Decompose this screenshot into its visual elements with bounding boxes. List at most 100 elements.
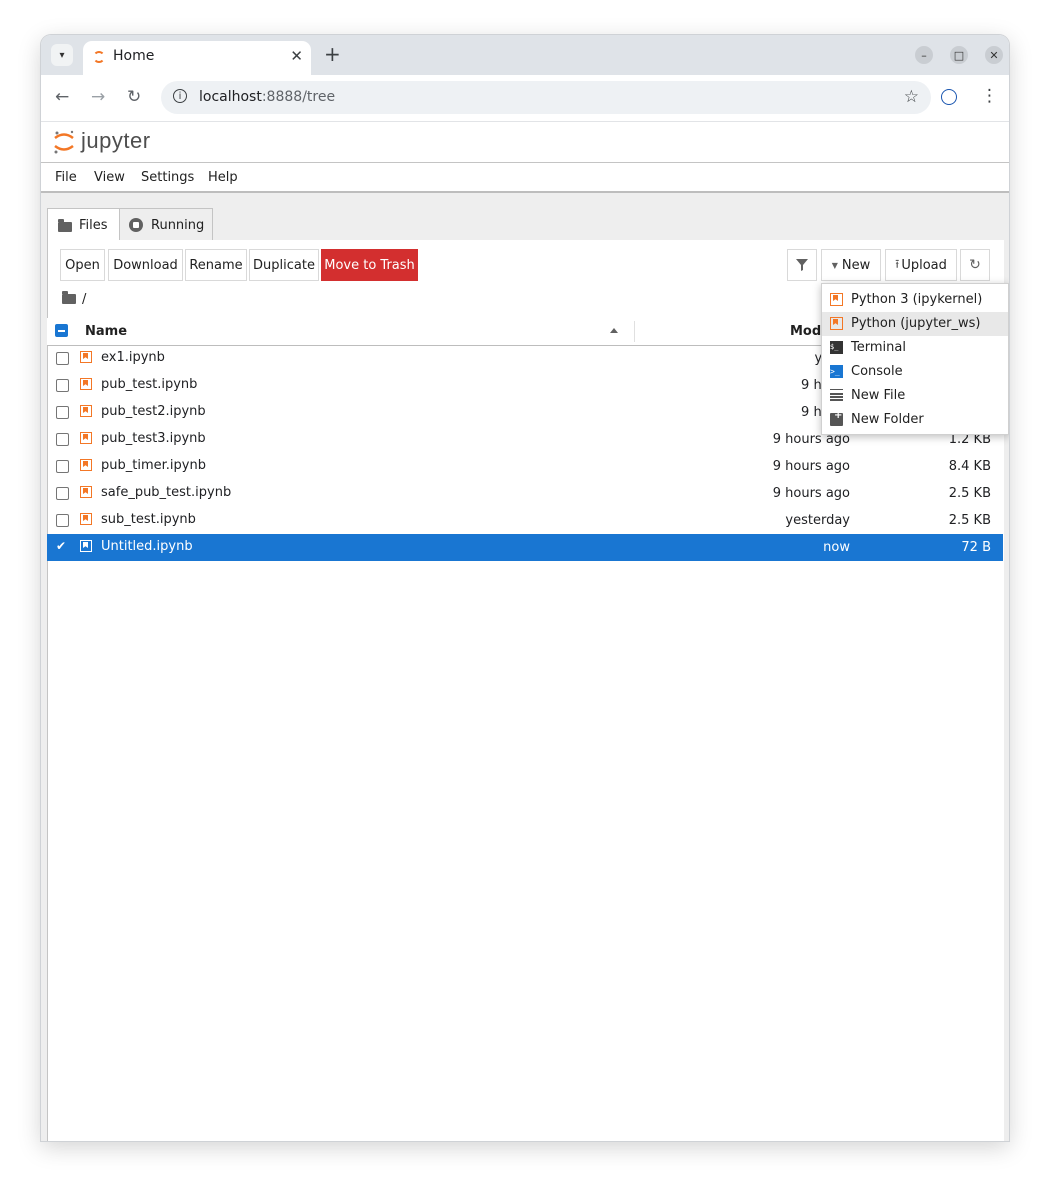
column-header-name[interactable]: Name [85,324,127,339]
notebook-icon [80,432,92,444]
tab-strip: ▾ Home ✕ + – □ ✕ [41,35,1009,75]
home-folder-icon[interactable] [62,291,76,304]
tab-running[interactable]: Running [119,208,213,241]
file-row[interactable]: pub_timer.ipynb 9 hours ago 8.4 KB [47,453,1003,480]
refresh-button[interactable]: ↻ [960,249,990,281]
file-size: 8.4 KB [948,459,991,474]
file-name: sub_test.ipynb [101,512,196,527]
console-icon: >_ [830,365,843,378]
notebook-icon [80,540,92,552]
menu-item-terminal[interactable]: $_ Terminal [822,336,1008,360]
tab-title: Home [113,48,155,64]
row-checkbox[interactable] [56,352,69,365]
file-name: safe_pub_test.ipynb [101,485,232,500]
new-tab-plus-icon[interactable]: + [324,44,341,64]
row-checkbox[interactable] [56,487,69,500]
menu-item-label: Console [851,364,903,379]
menu-item-label: Terminal [851,340,906,355]
app-title: jupyter [81,128,151,153]
url-host: localhost [199,89,262,105]
file-size: 72 B [961,540,991,555]
rename-button[interactable]: Rename [185,249,247,281]
browser-tab-home[interactable]: Home ✕ [83,41,311,75]
row-checkbox-checked[interactable]: ✔ [56,539,67,553]
open-button[interactable]: Open [60,249,105,281]
url-text: localhost:8888/tree [199,89,335,105]
file-row[interactable]: sub_test.ipynb yesterday 2.5 KB [47,507,1003,534]
sort-ascending-icon [610,328,618,333]
forward-arrow-icon[interactable]: → [91,87,105,107]
browser-menu-icon[interactable]: ⋮ [981,86,998,106]
notebook-icon [80,351,92,363]
row-checkbox[interactable] [56,406,69,419]
tab-search-chevron-icon[interactable]: ▾ [51,44,73,66]
notebook-icon [80,513,92,525]
new-button-label: New [841,257,871,273]
maximize-icon[interactable]: □ [950,46,968,64]
file-modified: yesterday [785,513,850,528]
file-modified: 9 hours ago [772,486,850,501]
caret-down-icon: ▼ [831,260,838,270]
file-row[interactable]: safe_pub_test.ipynb 9 hours ago 2.5 KB [47,480,1003,507]
browser-window: ▾ Home ✕ + – □ ✕ ← → ↻ i localhost:8888/… [41,35,1009,1141]
file-size: 2.5 KB [948,486,991,501]
notebook-icon [80,378,92,390]
new-dropdown-menu: Python 3 (ipykernel) Python (jupyter_ws)… [821,283,1009,435]
menu-item-python3-ipykernel[interactable]: Python 3 (ipykernel) [822,288,1008,312]
jupyter-header: jupyter [41,122,1009,163]
terminal-icon: $_ [830,341,843,354]
download-button[interactable]: Download [108,249,183,281]
url-path: :8888/tree [261,89,336,105]
file-modified: now [823,540,850,555]
row-checkbox[interactable] [56,514,69,527]
browser-toolbar: ← → ↻ i localhost:8888/tree ☆ ⋮ [41,75,1009,122]
window-close-icon[interactable]: ✕ [985,46,1003,64]
file-name: pub_test.ipynb [101,377,198,392]
text-file-icon [830,389,843,402]
menu-file[interactable]: File [55,170,77,185]
breadcrumb[interactable]: / [62,291,86,307]
row-checkbox[interactable] [56,379,69,392]
jupyter-logo-icon[interactable] [53,129,75,155]
folder-icon [58,219,72,232]
file-row-selected[interactable]: ✔ Untitled.ipynb now 72 B [47,534,1003,561]
back-arrow-icon[interactable]: ← [55,87,69,107]
site-info-icon[interactable]: i [173,89,187,103]
row-checkbox[interactable] [56,433,69,446]
profile-icon[interactable] [941,89,957,105]
address-bar[interactable]: i localhost:8888/tree ☆ [161,81,931,114]
menu-settings[interactable]: Settings [141,170,194,185]
breadcrumb-root[interactable]: / [82,292,86,307]
duplicate-button[interactable]: Duplicate [249,249,319,281]
select-all-checkbox[interactable] [55,324,68,337]
bookmark-star-icon[interactable]: ☆ [904,87,919,107]
row-checkbox[interactable] [56,460,69,473]
menu-view[interactable]: View [94,170,125,185]
reload-icon[interactable]: ↻ [127,87,141,107]
file-name: pub_test3.ipynb [101,431,206,446]
tab-files[interactable]: Files [47,208,120,242]
filter-button[interactable] [787,249,817,281]
notebook-icon [830,317,843,330]
new-button[interactable]: ▼ New [821,249,881,281]
notebook-icon [830,293,843,306]
new-folder-icon [830,410,843,426]
menu-item-new-file[interactable]: New File [822,384,1008,408]
file-modified: 9 hours ago [772,459,850,474]
menu-help[interactable]: Help [208,170,238,185]
column-resize-handle[interactable] [634,321,635,342]
upload-button[interactable]: ⭱ Upload [885,249,957,281]
menu-item-label: Python (jupyter_ws) [851,316,981,331]
move-to-trash-button[interactable]: Move to Trash [321,249,418,281]
menu-item-console[interactable]: >_ Console [822,360,1008,384]
tab-close-icon[interactable]: ✕ [290,47,303,65]
menu-item-label: New Folder [851,412,924,427]
minimize-icon[interactable]: – [915,46,933,64]
file-name: pub_timer.ipynb [101,458,206,473]
upload-icon: ⭱ [895,256,900,271]
menu-item-python-jupyter-ws[interactable]: Python (jupyter_ws) [822,312,1008,336]
file-name: pub_test2.ipynb [101,404,206,419]
menu-item-new-folder[interactable]: New Folder [822,408,1008,432]
file-size: 2.5 KB [948,513,991,528]
notebook-icon [80,459,92,471]
